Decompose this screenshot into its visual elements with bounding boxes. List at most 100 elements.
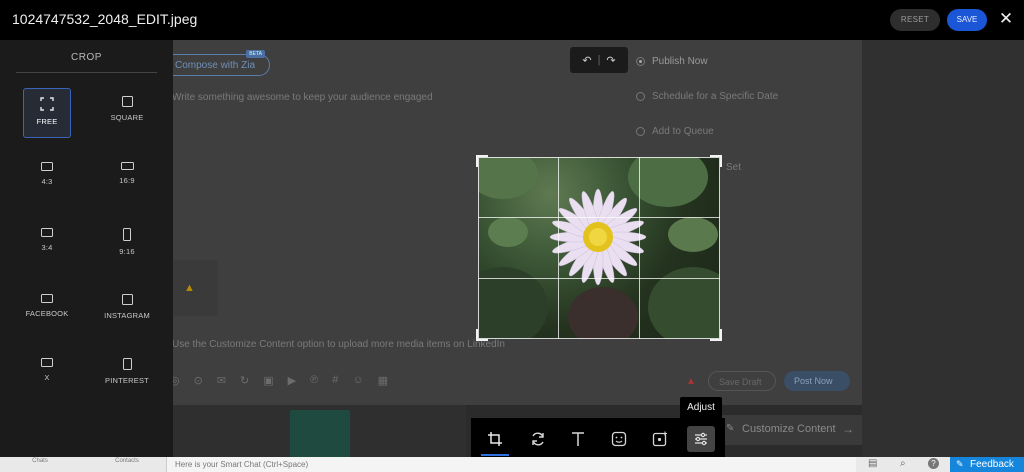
- reset-button[interactable]: RESET: [890, 9, 940, 31]
- frame-tool-button[interactable]: [646, 426, 674, 452]
- crop-option-label: X: [44, 373, 50, 382]
- crop-option-label: SQUARE: [110, 113, 144, 122]
- help-icon[interactable]: ?: [928, 458, 939, 469]
- crop-option-9-16[interactable]: 9:16: [103, 220, 151, 270]
- crop-panel: CROP FREE SQUARE 4:3 16:9 3:4 9:16 FACEB…: [0, 40, 173, 472]
- warning-icon: ▲: [184, 282, 195, 294]
- feedback-icon: ✎: [956, 459, 964, 469]
- chats-link[interactable]: Chats: [28, 458, 52, 464]
- alert-icon: ▲: [686, 376, 696, 387]
- lower-card: [290, 410, 350, 460]
- save-button[interactable]: SAVE: [947, 9, 987, 31]
- instagram-ratio-icon: [103, 294, 151, 305]
- pin-icon: ℗: [310, 374, 319, 386]
- schedule-radio: [636, 92, 645, 101]
- notification-icon[interactable]: ▤: [868, 458, 877, 469]
- chats-label: Chats: [32, 458, 48, 464]
- gallery-icon: ▦: [377, 375, 389, 387]
- x-ratio-icon: [23, 358, 71, 367]
- contacts-link[interactable]: Contacts: [112, 458, 142, 464]
- publish-now-label: Publish Now: [652, 56, 708, 67]
- separator: |: [597, 54, 601, 66]
- ratio-4-3-icon: [23, 162, 71, 171]
- ratio-16-9-icon: [103, 162, 151, 170]
- draft-button: Save Draft: [708, 371, 776, 391]
- compose-pill-label: Compose with Zia: [175, 60, 256, 71]
- crop-icon: [488, 432, 502, 446]
- adjust-tool-button[interactable]: [687, 426, 715, 452]
- right-sidebar: [862, 40, 1024, 460]
- crop-option-pinterest[interactable]: PINTEREST: [103, 350, 151, 400]
- redo-icon: ↷: [606, 54, 616, 67]
- crop-option-facebook[interactable]: FACEBOOK: [23, 286, 71, 336]
- frame-icon: [652, 431, 667, 447]
- arrow-right-icon: →: [842, 422, 854, 436]
- crop-area[interactable]: [478, 157, 720, 339]
- edit-icon: ✎: [726, 423, 735, 434]
- search-icon[interactable]: ⌕: [900, 458, 906, 469]
- crop-option-label: 4:3: [41, 177, 53, 186]
- rotate-icon: [532, 432, 544, 446]
- location-icon: ⊙: [193, 375, 203, 387]
- feedback-button[interactable]: ✎ Feedback: [950, 457, 1024, 472]
- camera-icon: ▣: [263, 375, 274, 387]
- square-ratio-icon: [103, 96, 151, 107]
- crop-handle-top-right[interactable]: [710, 155, 722, 167]
- video-icon: ▶: [287, 375, 297, 387]
- crop-option-label: FREE: [36, 117, 58, 126]
- customize-label: Customize Content: [742, 423, 836, 435]
- free-crop-icon: [40, 97, 54, 111]
- emoji-icon: ☺: [352, 374, 364, 386]
- crop-option-3-4[interactable]: 3:4: [23, 220, 71, 270]
- feedback-label: Feedback: [970, 459, 1014, 470]
- adjust-icon: [695, 432, 707, 446]
- add-queue-radio: [636, 127, 645, 136]
- crop-option-label: 16:9: [119, 176, 135, 185]
- crop-option-label: FACEBOOK: [25, 309, 69, 318]
- publish-now-radio: [636, 57, 645, 66]
- crop-option-16-9[interactable]: 16:9: [103, 154, 151, 204]
- beta-badge: BETA: [246, 50, 265, 58]
- crop-handle-bottom-right[interactable]: [710, 329, 722, 341]
- crop-option-label: 3:4: [41, 243, 53, 252]
- crop-tool-button[interactable]: [481, 426, 509, 456]
- upload-hint: Use the Customize Content option to uplo…: [172, 339, 505, 350]
- crop-heading: CROP: [71, 52, 102, 63]
- sticker-tool-button[interactable]: [605, 426, 633, 452]
- crop-option-free[interactable]: FREE: [23, 88, 71, 138]
- sticker-icon: [611, 431, 627, 447]
- facebook-ratio-icon: [23, 294, 71, 303]
- post-placeholder: Write something awesome to keep your aud…: [172, 92, 433, 103]
- smart-chat-input[interactable]: Here is your Smart Chat (Ctrl+Space): [166, 457, 856, 472]
- crop-border: [478, 157, 720, 339]
- crop-option-4-3[interactable]: 4:3: [23, 154, 71, 204]
- crop-handle-bottom-left[interactable]: [476, 329, 488, 341]
- text-tool-button[interactable]: [564, 426, 592, 452]
- divider: [16, 72, 157, 73]
- post-now-button: Post Now: [784, 371, 850, 391]
- add-queue-label: Add to Queue: [652, 126, 714, 137]
- ratio-3-4-icon: [23, 228, 71, 237]
- pinterest-ratio-icon: [103, 358, 151, 370]
- text-icon: [572, 432, 584, 446]
- editor-header: 1024747532_2048_EDIT.jpeg RESET SAVE ✕: [0, 0, 1024, 40]
- rotate-tool-button[interactable]: [524, 426, 552, 452]
- editor-toolbar: [471, 418, 725, 458]
- adjust-tooltip: Adjust: [680, 397, 722, 419]
- crop-option-instagram[interactable]: INSTAGRAM: [103, 286, 151, 336]
- undo-icon: ↶: [582, 54, 592, 67]
- close-icon[interactable]: ✕: [998, 10, 1014, 28]
- file-title: 1024747532_2048_EDIT.jpeg: [12, 11, 198, 27]
- image-editor: Compose with Zia BETA Write something aw…: [0, 0, 1024, 472]
- schedule-label: Schedule for a Specific Date: [652, 91, 779, 102]
- refresh-icon: ↻: [240, 375, 250, 387]
- grid-icon: #: [332, 374, 339, 386]
- crop-option-label: INSTAGRAM: [104, 311, 150, 320]
- crop-handle-top-left[interactable]: [476, 155, 488, 167]
- crop-option-square[interactable]: SQUARE: [103, 88, 151, 138]
- undo-redo-group: ↶ | ↷: [570, 47, 628, 73]
- crop-option-x[interactable]: X: [23, 350, 71, 400]
- crop-option-label: 9:16: [119, 247, 135, 256]
- mail-icon: ✉: [216, 375, 227, 387]
- status-bar: Chats Contacts Here is your Smart Chat (…: [0, 457, 1024, 472]
